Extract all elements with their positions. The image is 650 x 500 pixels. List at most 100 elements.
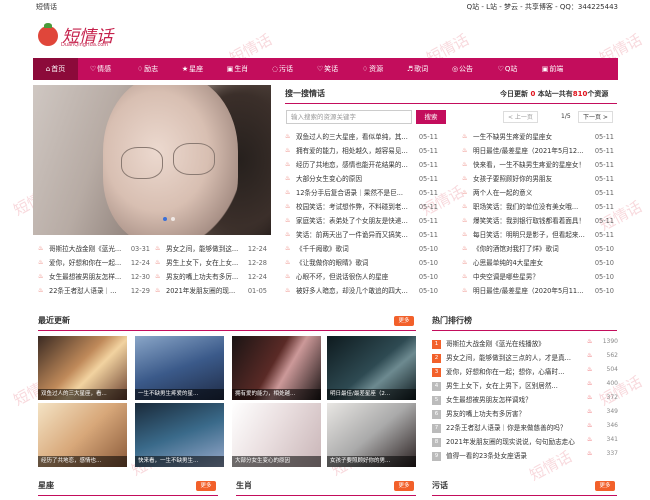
- rank-item[interactable]: 2 男女之间，能够做到这三点的人，才是真... ♨ 562: [432, 352, 618, 365]
- rank-item[interactable]: 9 值得一看的23条处女座语录 ♨ 337: [432, 450, 618, 463]
- list-item[interactable]: ♨ 拥有爱的能力，相处越久，越容易见... 05-11: [285, 144, 438, 158]
- list-item[interactable]: ♨ 爆笑笑话：我到银行取钱都看着面具！ 05-11: [462, 214, 614, 228]
- list-item[interactable]: ♨ 中央空调是哪些星男？ 05-10: [462, 270, 614, 284]
- nav-item-zodiac[interactable]: ★星座: [170, 58, 215, 80]
- site-logo[interactable]: 短情话 DuanQingHua.com: [38, 23, 118, 50]
- top-links[interactable]: Q站 - L站 - 梦云 - 共享博客 - QQ：344225443: [467, 0, 618, 15]
- slider-dot[interactable]: [163, 217, 167, 221]
- list-item[interactable]: ♨ 哥斯拉大战金刚《蓝光... 03-31: [38, 242, 150, 256]
- nav-item-inspire[interactable]: ♢励志: [125, 58, 170, 80]
- rank-item[interactable]: 7 22条王者怼人语录｜你是来做慈善的吗？ ♨ 346: [432, 422, 618, 435]
- thumb-card[interactable]: 拥有爱的能力，相处越...: [232, 336, 321, 400]
- flame-icon: ♨: [462, 203, 468, 210]
- rank-item[interactable]: 1 哥斯拉大战金刚《蓝光在线播放》 ♨ 1390: [432, 338, 618, 351]
- hot-panel-header: 热门排行榜: [432, 313, 617, 331]
- nav-item-notice[interactable]: ◎公告: [440, 58, 485, 80]
- nav-item-home[interactable]: ⌂首页: [33, 58, 78, 80]
- list-item[interactable]: ♨ 心思最单纯的4大星座女 05-10: [462, 256, 614, 270]
- list-item[interactable]: ♨ 《你的酒馆对我打了烊》歌词 05-10: [462, 242, 614, 256]
- thumb-card[interactable]: 女孩子要照顾好你的男...: [327, 403, 416, 467]
- rank-item[interactable]: 5 女生最想被男朋友怎样调戏？ ♨ 372: [432, 394, 618, 407]
- thumb-card[interactable]: 快来看，一生不缺男生...: [135, 403, 224, 467]
- list-item[interactable]: ♨ 22条王者怼人语录｜... 12-29: [38, 284, 150, 298]
- hero-slider[interactable]: [33, 85, 271, 235]
- flame-icon: ♨: [285, 161, 291, 168]
- list-item[interactable]: ♨ 《千千阙歌》歌词 05-10: [285, 242, 438, 256]
- flame-icon: ♨: [285, 175, 291, 182]
- wuhua-panel-header: 污话 更多: [432, 478, 617, 496]
- flame-icon: ♨: [462, 259, 468, 266]
- flame-icon: ♨: [285, 203, 291, 210]
- flame-icon: ♨: [285, 245, 291, 252]
- list-item[interactable]: ♨ 大部分女生变心的原因 05-11: [285, 172, 438, 186]
- list-item[interactable]: ♨ 经历了共地恋，感情也能开花结果的... 05-11: [285, 158, 438, 172]
- rank-item[interactable]: 8 2021年发朋友圈的现实说说，句句励志走心 ♨ 341: [432, 436, 618, 449]
- flame-icon: ♨: [38, 287, 44, 294]
- shengxiao-more-button[interactable]: 更多: [394, 481, 414, 491]
- list-item[interactable]: ♨ 快来看，一生不缺男生疼爱的星座女！ 05-11: [462, 158, 614, 172]
- list-item[interactable]: ♨ 女孩子要照顾好你的男朋友 05-11: [462, 172, 614, 186]
- list-item[interactable]: ♨ 两个人在一起的意义 05-11: [462, 186, 614, 200]
- list-item[interactable]: ♨ 心眼不坏，但说话很伤人的星座 05-10: [285, 270, 438, 284]
- next-page-button[interactable]: 下一页 >: [578, 111, 613, 123]
- wuhua-more-button[interactable]: 更多: [595, 481, 615, 491]
- thumb-card[interactable]: 一生不缺男生疼爱的星...: [135, 336, 224, 400]
- list-item[interactable]: ♨ 2021年发朋友圈的现... 01-05: [155, 284, 267, 298]
- list-item[interactable]: ♨ 《让我做你的眼睛》歌词 05-10: [285, 256, 438, 270]
- nav-item-emotion[interactable]: ♡情感: [78, 58, 123, 80]
- list-item[interactable]: ♨ 每日笑话：明明只是影子，但看起来... 05-11: [462, 228, 614, 242]
- list-item[interactable]: ♨ 男女之间，能够做到这... 12-24: [155, 242, 267, 256]
- nav-item-wuhua[interactable]: ◌污话: [260, 58, 305, 80]
- zodiac-more-button[interactable]: 更多: [196, 481, 216, 491]
- list-item[interactable]: ♨ 双鱼过人的三大星座，看似单纯，其... 05-11: [285, 130, 438, 144]
- list-item[interactable]: ♨ 一生不缺男生疼爱的星座女 05-11: [462, 130, 614, 144]
- shengxiao-panel-header: 生肖 更多: [236, 478, 416, 496]
- prev-page-button[interactable]: < 上一页: [503, 111, 538, 123]
- fire-icon: ♨: [587, 338, 593, 345]
- thumb-card[interactable]: 大部分女生变心的原因: [232, 403, 321, 467]
- recent-panel-header: 最近更新 更多: [38, 313, 416, 331]
- nav-item-frontend[interactable]: ▣前端: [530, 58, 575, 80]
- list-item[interactable]: ♨ 女生最想被男朋友怎样... 12-30: [38, 270, 150, 284]
- search-button[interactable]: 搜索: [416, 110, 446, 124]
- nav-item-resource[interactable]: ♢资源: [350, 58, 395, 80]
- nav-item-qzhan[interactable]: ♡Q站: [485, 58, 530, 80]
- flame-icon: ♨: [155, 287, 161, 294]
- nav-item-shengxiao[interactable]: ▣生肖: [215, 58, 260, 80]
- list-item[interactable]: ♨ 男生上女下，女在上女... 12-28: [155, 256, 267, 270]
- list-item[interactable]: ♨ 校园笑话：考试想作弊，不料碰到老... 05-11: [285, 200, 438, 214]
- flame-icon: ♨: [285, 217, 291, 224]
- list-item[interactable]: ♨ 明日最佳/最差星座（2021年5月12... 05-11: [462, 144, 614, 158]
- total-count: 810: [572, 90, 588, 98]
- list-item[interactable]: ♨ 家庭笑话：表弟处了个女朋友是快递... 05-11: [285, 214, 438, 228]
- fire-icon: ♨: [587, 394, 593, 401]
- music-icon: ♬: [406, 65, 414, 73]
- flame-icon: ♨: [38, 259, 44, 266]
- list-item[interactable]: ♨ 12条分手后复合语录｜果然不是巨... 05-11: [285, 186, 438, 200]
- list-item[interactable]: ♨ 男友的嘴上功夫有多厉... 12-24: [155, 270, 267, 284]
- rank-item[interactable]: 4 男生上女下，女在上男下，区别居然... ♨ 400: [432, 380, 618, 393]
- list-item[interactable]: ♨ 职场笑话：我们的单位没有美女哦... 05-11: [462, 200, 614, 214]
- thumb-card[interactable]: 明日最佳/最差星座（2...: [327, 336, 416, 400]
- top-site-name[interactable]: 短情话: [36, 0, 57, 15]
- search-input[interactable]: 输入搜索的资源关键字: [286, 110, 412, 124]
- list-item[interactable]: ♨ 被好多人暗恋，却没几个敢追的四大... 05-10: [285, 284, 438, 298]
- zodiac-panel-header: 星座 更多: [38, 478, 218, 496]
- list-item[interactable]: ♨ 明日最佳/最差星座（2020年5月11... 05-10: [462, 284, 614, 298]
- recent-more-button[interactable]: 更多: [394, 316, 414, 326]
- slider-dot[interactable]: [171, 217, 175, 221]
- strawberry-icon: [38, 23, 58, 46]
- rank-item[interactable]: 3 爱你，好想和你在一起；想你，心痛时... ♨ 504: [432, 366, 618, 379]
- flame-icon: ♨: [155, 273, 161, 280]
- nav-item-joke[interactable]: ♡笑话: [305, 58, 350, 80]
- list-item[interactable]: ♨ 笑话：前两天出了一件诡异而又搞笑... 05-11: [285, 228, 438, 242]
- list-item[interactable]: ♨ 爱你，好想和你在一起... 12-24: [38, 256, 150, 270]
- flame-icon: ♨: [462, 273, 468, 280]
- nav-item-lyrics[interactable]: ♬歌词: [395, 58, 440, 80]
- heart-icon: ♡: [316, 65, 324, 73]
- monitor-icon: ▣: [541, 65, 549, 73]
- thumb-card[interactable]: 双鱼过人的三大星座，看...: [38, 336, 127, 400]
- page: { "topbar": {"site_name": "短情话", "links"…: [0, 0, 650, 500]
- rank-item[interactable]: 6 男友的嘴上功夫有多厉害？ ♨ 349: [432, 408, 618, 421]
- thumb-card[interactable]: 经历了共地恋，感情也...: [38, 403, 127, 467]
